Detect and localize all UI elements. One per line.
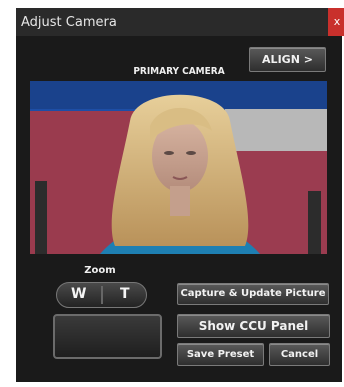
zoom-tele-button[interactable]: T bbox=[120, 286, 130, 302]
zoom-rocker: W T bbox=[56, 282, 147, 308]
cancel-button[interactable]: Cancel bbox=[269, 343, 330, 366]
camera-label: PRIMARY CAMERA bbox=[133, 66, 225, 77]
dialog-body: ALIGN > PRIMARY CAMERA Zoom W T Capture … bbox=[16, 36, 342, 382]
capture-update-picture-button[interactable]: Capture & Update Picture bbox=[177, 283, 329, 305]
title-bar[interactable]: Adjust Camera x bbox=[16, 8, 344, 36]
control-pad[interactable] bbox=[53, 314, 162, 359]
show-ccu-panel-button[interactable]: Show CCU Panel bbox=[177, 314, 330, 338]
camera-preview bbox=[30, 81, 327, 254]
zoom-divider bbox=[101, 286, 103, 304]
camera-preview-image bbox=[30, 81, 327, 254]
zoom-wide-button[interactable]: W bbox=[71, 286, 86, 302]
zoom-label: Zoom bbox=[84, 265, 116, 276]
save-preset-button[interactable]: Save Preset bbox=[177, 343, 264, 366]
close-button[interactable]: x bbox=[328, 8, 344, 36]
adjust-camera-window: Adjust Camera x ALIGN > PRIMARY CAMERA Z… bbox=[0, 0, 344, 387]
window-title: Adjust Camera bbox=[21, 15, 117, 30]
